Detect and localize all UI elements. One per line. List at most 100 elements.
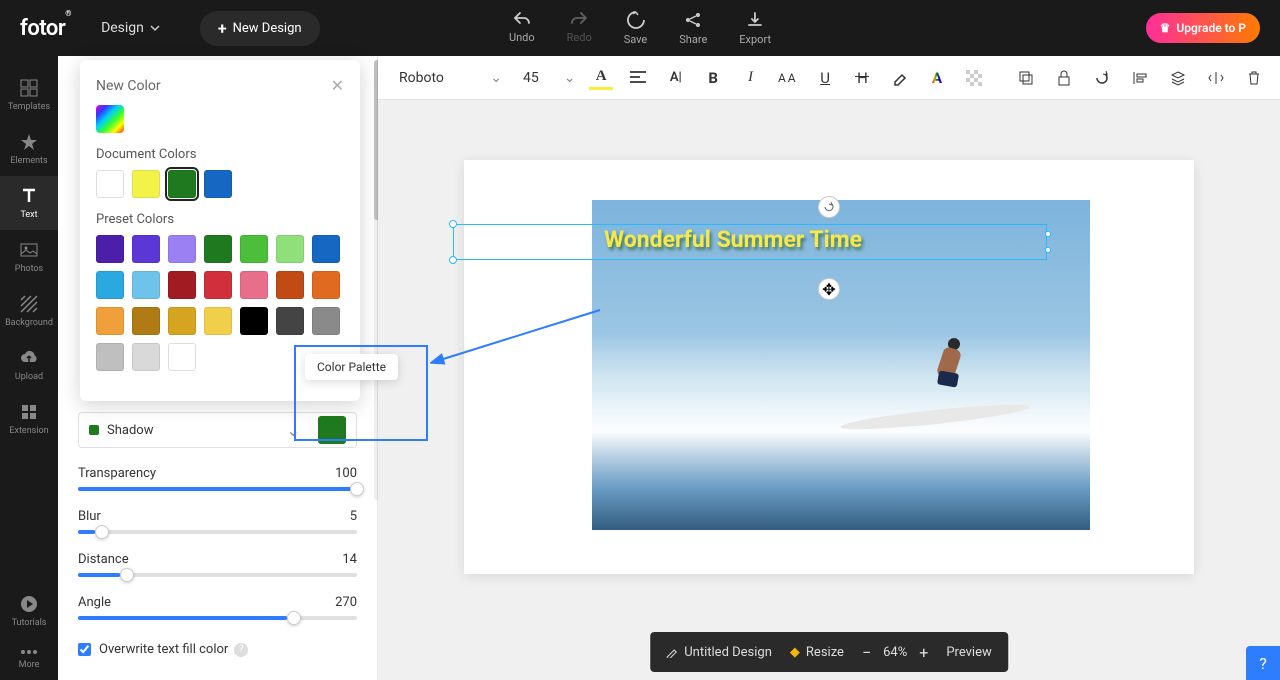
preset-color-swatch[interactable]	[240, 235, 268, 263]
rotate-button[interactable]	[1090, 66, 1114, 90]
save-icon	[626, 11, 644, 29]
doc-color-swatch[interactable]	[168, 170, 196, 198]
preset-color-swatch[interactable]	[276, 307, 304, 335]
share-button[interactable]: Share	[679, 11, 707, 46]
case-button[interactable]: A|	[664, 66, 687, 90]
sidebar-item-upload[interactable]: Upload	[0, 338, 58, 392]
sidebar-item-more[interactable]: More	[0, 638, 58, 680]
letter-spacing-button[interactable]: AA	[776, 66, 799, 90]
overwrite-checkbox-row[interactable]: Overwrite text fill color ?	[78, 642, 357, 657]
layers-button[interactable]	[1166, 66, 1190, 90]
shadow-select[interactable]: Shadow ⌄	[78, 412, 357, 448]
font-size-select[interactable]: 45 ⌄	[523, 70, 575, 86]
canvas-text[interactable]: Wonderful Summer Time	[604, 226, 862, 253]
design-title[interactable]: Untitled Design	[666, 645, 772, 660]
copy-button[interactable]	[1014, 66, 1038, 90]
preset-color-swatch[interactable]	[276, 271, 304, 299]
preset-color-swatch[interactable]	[132, 235, 160, 263]
sidebar-item-background[interactable]: Background	[0, 284, 58, 338]
preset-color-swatch[interactable]	[312, 307, 340, 335]
transparency-slider[interactable]	[78, 487, 357, 491]
gradient-text-button[interactable]: A	[925, 66, 948, 90]
resize-handle[interactable]	[1045, 231, 1051, 237]
upgrade-button[interactable]: ♛ Upgrade to P	[1146, 13, 1260, 43]
strikethrough-button[interactable]: H	[851, 66, 874, 90]
new-design-button[interactable]: + New Design	[200, 11, 320, 46]
design-menu[interactable]: Design	[101, 20, 160, 36]
sidebar-item-extension[interactable]: Extension	[0, 392, 58, 446]
sidebar-item-elements[interactable]: Elements	[0, 122, 58, 176]
distance-slider[interactable]	[78, 573, 357, 577]
undo-button[interactable]: Undo	[509, 11, 535, 46]
sidebar-item-photos[interactable]: Photos	[0, 230, 58, 284]
zoom-in-button[interactable]: +	[919, 643, 928, 662]
info-icon[interactable]: ?	[234, 643, 248, 657]
bold-button[interactable]: B	[701, 66, 724, 90]
preset-color-swatch[interactable]	[204, 235, 232, 263]
underline-button[interactable]: U	[813, 66, 836, 90]
resize-handle[interactable]	[449, 256, 457, 264]
zoom-out-button[interactable]: −	[862, 643, 871, 662]
preset-color-swatch[interactable]	[168, 271, 196, 299]
preset-color-swatch[interactable]	[240, 307, 268, 335]
preset-color-swatch[interactable]	[276, 235, 304, 263]
chevron-down-icon[interactable]: ⌄	[287, 421, 300, 440]
angle-value: 270	[335, 595, 357, 610]
preset-color-swatch[interactable]	[204, 271, 232, 299]
text-color-button[interactable]: A	[589, 66, 612, 90]
preset-color-swatch[interactable]	[132, 307, 160, 335]
font-select[interactable]: Roboto ⌄	[392, 65, 509, 91]
preset-color-swatch[interactable]	[204, 307, 232, 335]
overwrite-checkbox[interactable]	[78, 643, 91, 656]
doc-color-swatch[interactable]	[204, 170, 232, 198]
preset-color-swatch[interactable]	[312, 271, 340, 299]
flip-button[interactable]	[1204, 66, 1228, 90]
preset-color-swatch[interactable]	[96, 271, 124, 299]
align-button[interactable]	[627, 66, 650, 90]
shadow-color-swatch[interactable]	[318, 416, 346, 444]
lock-button[interactable]	[1052, 66, 1076, 90]
sidebar-item-templates[interactable]: Templates	[0, 68, 58, 122]
custom-color-swatch[interactable]	[96, 105, 124, 133]
preset-color-swatch[interactable]	[96, 235, 124, 263]
align-objects-button[interactable]	[1128, 66, 1152, 90]
blur-slider[interactable]	[78, 530, 357, 534]
help-button[interactable]: ?	[1246, 646, 1280, 680]
angle-slider[interactable]	[78, 616, 357, 620]
export-button[interactable]: Export	[739, 11, 771, 46]
sidebar-item-text[interactable]: Text	[0, 176, 58, 230]
move-handle[interactable]: ✥	[818, 278, 840, 300]
blur-label: Blur	[78, 509, 101, 524]
resize-handle[interactable]	[449, 220, 457, 228]
delete-button[interactable]	[1242, 66, 1266, 90]
rotate-handle[interactable]	[818, 196, 840, 218]
preset-color-swatch[interactable]	[168, 235, 196, 263]
shadow-indicator-icon	[89, 425, 99, 435]
canvas-area[interactable]: Wonderful Summer Time ✥ Untitled Design …	[378, 100, 1280, 680]
checker-button[interactable]	[963, 66, 986, 90]
preset-color-swatch[interactable]	[96, 343, 124, 371]
redo-button[interactable]: Redo	[567, 11, 592, 46]
diamond-icon: ◆	[790, 645, 800, 660]
preset-color-swatch[interactable]	[168, 307, 196, 335]
preview-button[interactable]: Preview	[946, 645, 991, 660]
doc-color-swatch[interactable]	[132, 170, 160, 198]
annotation-arrow-icon	[430, 300, 610, 380]
italic-button[interactable]: I	[739, 66, 762, 90]
more-icon	[19, 648, 39, 656]
transparency-value: 100	[335, 466, 357, 481]
sidebar-item-tutorials[interactable]: Tutorials	[0, 584, 58, 638]
close-icon[interactable]: ✕	[331, 76, 344, 95]
undo-icon	[512, 11, 532, 27]
resize-button[interactable]: ◆ Resize	[790, 645, 844, 660]
doc-color-swatch[interactable]	[96, 170, 124, 198]
preset-color-swatch[interactable]	[312, 235, 340, 263]
highlight-button[interactable]	[888, 66, 911, 90]
preset-color-swatch[interactable]	[240, 271, 268, 299]
resize-handle[interactable]	[1045, 247, 1051, 253]
preset-color-swatch[interactable]	[96, 307, 124, 335]
preset-color-swatch[interactable]	[132, 271, 160, 299]
preset-color-swatch[interactable]	[168, 343, 196, 371]
save-button[interactable]: Save	[624, 11, 648, 46]
preset-color-swatch[interactable]	[132, 343, 160, 371]
